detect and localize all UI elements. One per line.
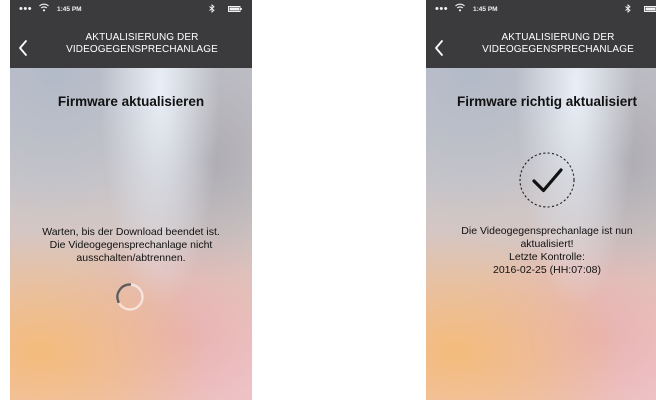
- message-line: Warten, bis der Download beendet ist.: [42, 226, 220, 238]
- status-time: 1:45 PM: [57, 6, 82, 13]
- screen-title: Firmware aktualisieren: [57, 94, 205, 109]
- signal-dots-icon: •••: [435, 3, 449, 15]
- bluetooth-icon: [209, 4, 215, 13]
- screen-title: Firmware richtig aktualisiert: [456, 94, 638, 109]
- bluetooth-icon: [625, 4, 631, 13]
- header-title-line1: AKTUALISIERUNG DER: [85, 32, 199, 43]
- header-title: AKTUALISIERUNG DER VIDEOGEGENSPRECHANLAG…: [460, 32, 656, 56]
- header-title-line1: AKTUALISIERUNG DER: [501, 32, 615, 43]
- message-line: aktualisiert!: [520, 238, 574, 250]
- message-line: Die Videogegensprechanlage nicht: [49, 239, 213, 251]
- status-bar: ••• 1:45 PM: [10, 0, 252, 32]
- chevron-left-icon[interactable]: [432, 39, 446, 57]
- header-title: AKTUALISIERUNG DER VIDEOGEGENSPRECHANLAG…: [44, 32, 240, 56]
- status-bar: ••• 1:45 PM: [426, 0, 656, 32]
- header-title-line2: VIDEOGEGENSPRECHANLAGE: [66, 44, 218, 55]
- phone-screen-updated: ••• 1:45 PM AKTUALISIERUNG DER VIDEOGEGE…: [426, 0, 656, 400]
- battery-icon: [644, 6, 656, 12]
- status-message: Die Videogegensprechanlage ist nun aktua…: [436, 225, 656, 277]
- message-line: ausschalten/abtrennen.: [76, 252, 186, 264]
- message-line: Die Videogegensprechanlage ist nun: [461, 225, 633, 237]
- nav-header: AKTUALISIERUNG DER VIDEOGEGENSPRECHANLAG…: [426, 32, 656, 68]
- status-message: Warten, bis der Download beendet ist. Di…: [20, 226, 242, 265]
- loading-spinner-icon: [116, 283, 144, 311]
- wifi-icon: [39, 3, 49, 12]
- phone-screen-updating: ••• 1:45 PM AKTUALISIERUNG DER VIDEOGEGE…: [10, 0, 252, 400]
- chevron-left-icon[interactable]: [16, 39, 30, 57]
- wifi-icon: [455, 3, 465, 12]
- message-line: Letzte Kontrolle:: [509, 251, 585, 263]
- status-time: 1:45 PM: [473, 6, 498, 13]
- header-title-line2: VIDEOGEGENSPRECHANLAGE: [482, 44, 634, 55]
- checkmark-circle-icon: [519, 152, 575, 208]
- battery-icon: [228, 6, 242, 12]
- message-line: 2016-02-25 (HH:07:08): [493, 264, 601, 276]
- nav-header: AKTUALISIERUNG DER VIDEOGEGENSPRECHANLAG…: [10, 32, 252, 68]
- signal-dots-icon: •••: [19, 3, 33, 15]
